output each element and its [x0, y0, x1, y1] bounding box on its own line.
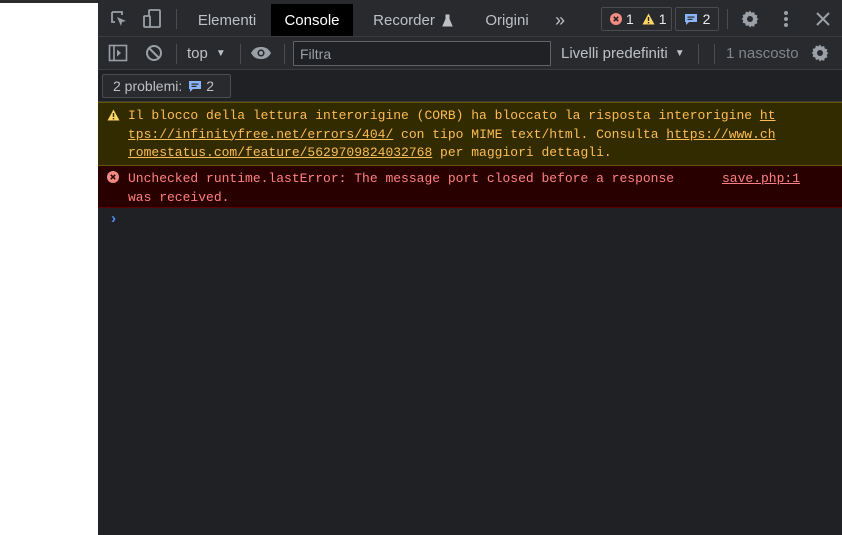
error-icon	[107, 171, 119, 190]
inspect-element-icon[interactable]	[108, 9, 130, 29]
chromestatus-link[interactable]: romestatus.com/feature/5629709824032768	[128, 145, 432, 160]
flask-icon	[442, 14, 453, 27]
more-tabs-glyph: »	[554, 9, 565, 30]
device-toolbar-icon[interactable]	[141, 8, 163, 30]
tab-elements[interactable]: Elementi	[189, 4, 265, 36]
chromestatus-link[interactable]: https://www.ch	[666, 127, 775, 142]
error-icon	[610, 13, 622, 25]
issues-button[interactable]: 2 problemi: 2	[102, 74, 231, 98]
warning-counter: 1	[642, 11, 667, 27]
hidden-count-label: 1 nascosto	[726, 44, 799, 62]
errors-404-link[interactable]: ht	[760, 108, 776, 123]
error-count: 1	[626, 11, 634, 27]
context-label: top	[187, 44, 208, 62]
console-toolbar: top ▼ Livelli predefiniti ▼ 1 nascosto	[98, 37, 842, 70]
toolbar-divider	[176, 44, 177, 64]
context-selector[interactable]: top ▼	[187, 43, 226, 63]
inspected-page-area	[0, 0, 98, 535]
console-error-message: Unchecked runtime.lastError: The message…	[98, 166, 842, 208]
log-levels-dropdown[interactable]: Livelli predefiniti ▼	[561, 43, 685, 63]
toolbar-divider	[240, 44, 241, 64]
error-text: Unchecked runtime.lastError: The message…	[128, 171, 675, 186]
close-icon[interactable]	[812, 9, 834, 29]
issue-message-icon	[188, 80, 202, 93]
issues-counter[interactable]: 2	[675, 7, 719, 31]
toolbar-divider	[284, 44, 285, 64]
warning-line: Il blocco della lettura interorigine (CO…	[128, 107, 776, 126]
settings-gear-icon[interactable]	[739, 9, 761, 29]
dropdown-caret-icon: ▼	[674, 47, 685, 59]
log-levels-label: Livelli predefiniti	[561, 44, 668, 62]
tab-recorder[interactable]: Recorder	[358, 4, 468, 36]
hidden-messages-count: 1 nascosto	[726, 43, 799, 63]
error-text: was received.	[128, 189, 230, 205]
filter-input[interactable]	[293, 41, 551, 66]
tab-label: Recorder	[373, 11, 435, 29]
toolbar-divider	[714, 44, 715, 64]
console-counters[interactable]: 1 1	[601, 7, 672, 31]
issues-bar: 2 problemi: 2	[98, 70, 842, 102]
warning-text: con tipo MIME text/html. Consulta	[393, 126, 667, 142]
issues-count: 2	[702, 11, 711, 27]
warning-line: romestatus.com/feature/5629709824032768 …	[128, 144, 612, 163]
source-link[interactable]: save.php:1	[722, 170, 800, 189]
devtools-tabbar: Elementi Console Recorder Origini » 1 1 …	[98, 0, 842, 37]
console-warning-message: Il blocco della lettura interorigine (CO…	[98, 102, 842, 166]
tab-label: Elementi	[197, 11, 257, 29]
issue-message-icon	[684, 13, 697, 25]
toolbar-divider	[698, 44, 699, 64]
tab-sources[interactable]: Origini	[476, 4, 538, 36]
tab-label: Origini	[485, 11, 529, 29]
tab-console[interactable]: Console	[271, 4, 353, 36]
issues-bar-count: 2	[206, 78, 215, 94]
warning-text: per maggiori dettagli.	[432, 145, 612, 160]
console-prompt-icon[interactable]: ›	[109, 211, 118, 228]
sidebar-toggle-icon[interactable]	[107, 43, 129, 63]
warning-text: Il blocco della lettura interorigine (CO…	[128, 108, 760, 123]
dropdown-caret-icon: ▼	[215, 47, 226, 59]
page-top-border	[0, 0, 98, 3]
errors-404-link[interactable]: tps://infinityfree.net/errors/404/	[128, 127, 393, 142]
warning-icon	[107, 109, 120, 128]
more-tabs-icon[interactable]: »	[547, 4, 573, 36]
warning-icon	[642, 13, 655, 25]
live-expression-eye-icon[interactable]	[249, 43, 273, 63]
tabbar-divider	[727, 9, 728, 29]
warning-count: 1	[658, 11, 667, 27]
issues-label: 2 problemi:	[113, 78, 183, 94]
prompt-glyph: ›	[109, 211, 119, 228]
tabbar-divider	[176, 9, 177, 29]
devtools-panel: Elementi Console Recorder Origini » 1 1 …	[98, 0, 842, 535]
error-counter: 1	[610, 11, 634, 27]
tab-label: Console	[284, 11, 340, 29]
more-options-icon[interactable]	[775, 9, 797, 29]
clear-console-icon[interactable]	[143, 43, 165, 63]
console-settings-gear-icon[interactable]	[809, 43, 831, 63]
warning-line: tps://infinityfree.net/errors/404/ con t…	[128, 126, 776, 145]
